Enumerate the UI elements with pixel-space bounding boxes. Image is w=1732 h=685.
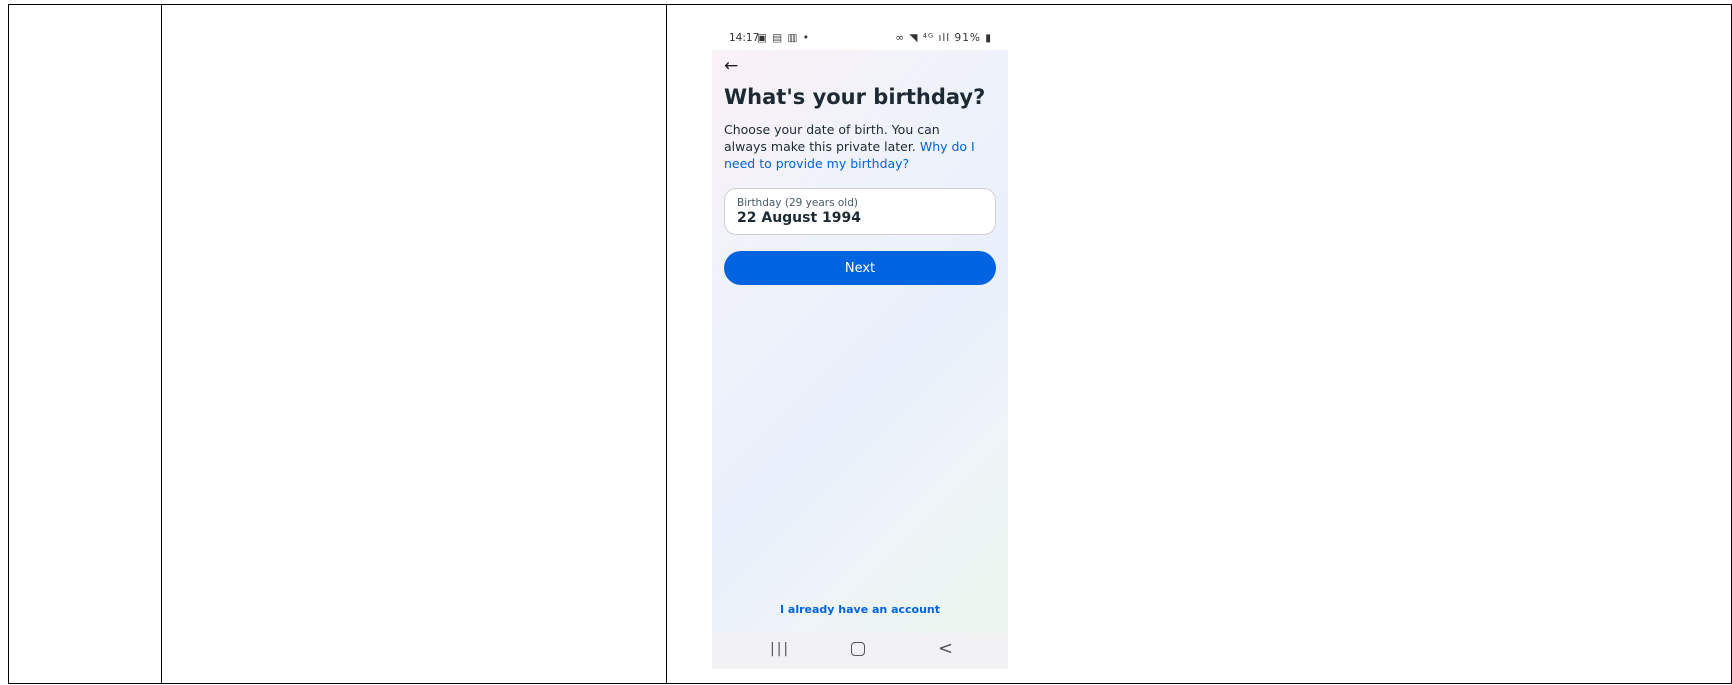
description-text: Choose your date of birth. You can alway… bbox=[724, 122, 940, 154]
back-arrow-icon[interactable]: ← bbox=[724, 56, 738, 76]
home-icon[interactable] bbox=[851, 642, 865, 656]
birthday-field-label: Birthday (29 years old) bbox=[737, 197, 858, 209]
next-button[interactable]: Next bbox=[724, 251, 996, 285]
recents-icon[interactable]: ||| bbox=[770, 641, 790, 657]
table-cell-empty-1 bbox=[9, 5, 162, 683]
table-cell-screenshot: 14:17 ▣ ▤ ▥ • ∞ ◥ ⁴ᴳ ıll 91% ▮ ← What's … bbox=[667, 5, 1731, 683]
birthday-field-value: 22 August 1994 bbox=[737, 210, 862, 226]
table-cell-empty-2 bbox=[162, 5, 667, 683]
notification-icons: ▣ ▤ ▥ • bbox=[757, 32, 810, 44]
phone-screen: 14:17 ▣ ▤ ▥ • ∞ ◥ ⁴ᴳ ıll 91% ▮ ← What's … bbox=[712, 26, 1008, 669]
status-time: 14:17 bbox=[729, 32, 760, 44]
android-nav-bar: ||| < bbox=[712, 633, 1008, 669]
system-status-icons: ∞ ◥ ⁴ᴳ ıll 91% ▮ bbox=[895, 32, 992, 44]
outer-table: 14:17 ▣ ▤ ▥ • ∞ ◥ ⁴ᴳ ıll 91% ▮ ← What's … bbox=[8, 4, 1732, 684]
page-title: What's your birthday? bbox=[724, 85, 986, 109]
status-bar: 14:17 ▣ ▤ ▥ • ∞ ◥ ⁴ᴳ ıll 91% ▮ bbox=[712, 26, 1008, 50]
have-account-link[interactable]: I already have an account bbox=[712, 603, 1008, 616]
page-description: Choose your date of birth. You can alway… bbox=[724, 121, 986, 172]
birthday-field[interactable]: Birthday (29 years old) 22 August 1994 bbox=[724, 188, 996, 235]
nav-back-icon[interactable]: < bbox=[938, 638, 953, 659]
